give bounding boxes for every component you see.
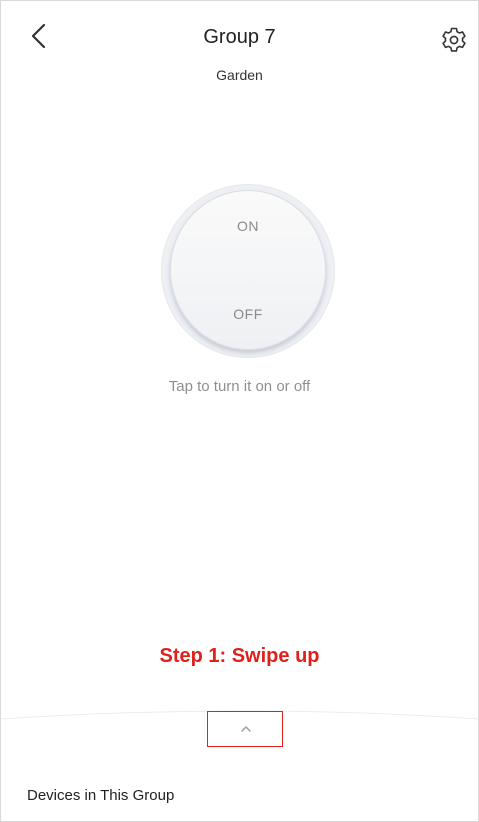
swipe-highlight-box [207, 711, 283, 747]
toggle-hint: Tap to turn it on or off [168, 378, 311, 395]
instruction-annotation: Step 1: Swipe up [159, 645, 320, 667]
page-subtitle: Garden [216, 67, 263, 83]
toggle-on-label: ON [237, 218, 259, 234]
page-title: Group 7 [203, 26, 276, 48]
screen-frame: Group 7 Garden ON OFF Tap to turn it on … [0, 0, 479, 822]
chevron-up-icon [241, 726, 251, 732]
gear-icon [442, 27, 466, 52]
power-toggle-button[interactable]: ON OFF [170, 190, 326, 350]
settings-button[interactable] [439, 25, 469, 55]
toggle-off-label: OFF [233, 306, 263, 322]
devices-section-heading: Devices in This Group [27, 787, 175, 804]
swipe-up-handle[interactable] [234, 722, 258, 736]
